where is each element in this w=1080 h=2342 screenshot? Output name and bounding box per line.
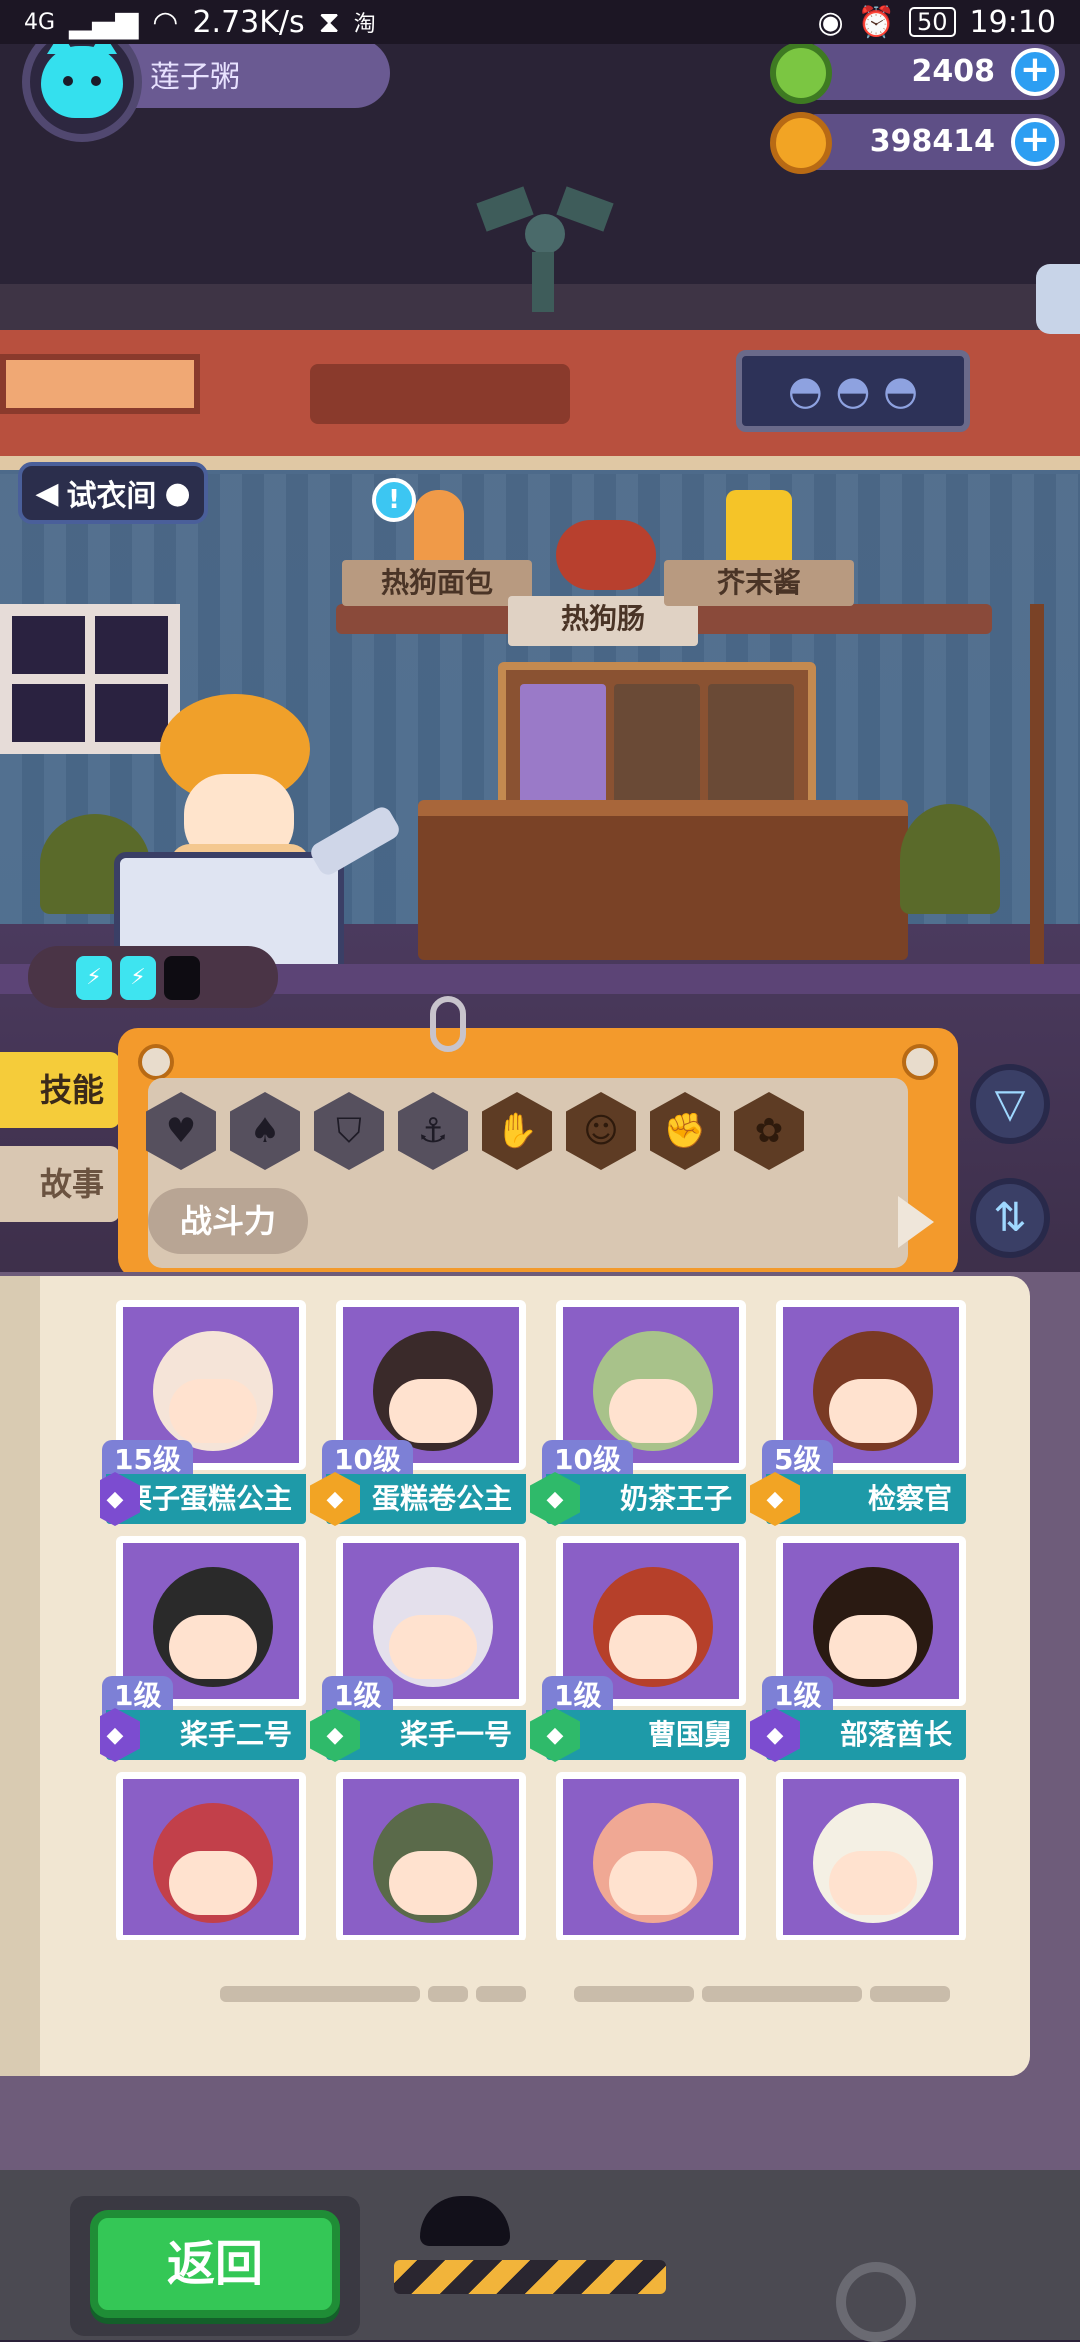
hazard-stripe xyxy=(394,2260,666,2294)
gem-amount: 2408 xyxy=(911,54,996,89)
filter-button[interactable]: ▽ xyxy=(970,1064,1050,1144)
heart-filter-icon[interactable]: ♥ xyxy=(146,1092,216,1170)
swap-icon: ⇅ xyxy=(993,1195,1027,1241)
character-card[interactable]: 1级 曹国舅 ◆ xyxy=(530,1536,748,1766)
hint-text-blurred xyxy=(220,1986,980,2008)
alarm-icon: ⏰ xyxy=(857,4,895,40)
brain-filter-icon[interactable]: ✿ xyxy=(734,1092,804,1170)
panel-screw-left xyxy=(138,1044,174,1080)
shield-filter-icon[interactable]: ⛉ xyxy=(314,1092,384,1170)
tab-skill[interactable]: 技能 xyxy=(0,1052,120,1128)
signal-bars-icon: ▂▄▆ xyxy=(69,4,139,40)
character-card[interactable]: 1级 部落酋长 ◆ xyxy=(750,1536,968,1766)
gear-ring-icon xyxy=(836,2262,916,2342)
character-face xyxy=(609,1851,697,1915)
shelf-sign-bun: 热狗面包 xyxy=(342,560,532,606)
energy-slot-icon: ⚡ xyxy=(76,956,112,1000)
plant-right xyxy=(900,804,1000,914)
sausage-item xyxy=(556,520,656,590)
character-card[interactable]: 10级 奶茶王子 ◆ xyxy=(530,1300,748,1530)
character-face xyxy=(389,1379,477,1443)
dressing-room-label: 试衣间 xyxy=(66,479,157,514)
character-face xyxy=(609,1379,697,1443)
wifi-icon: ◠ xyxy=(152,4,179,40)
character-face xyxy=(829,1851,917,1915)
hand-filter-icon[interactable]: ✋ xyxy=(482,1092,552,1170)
hourglass-icon: ⧗ xyxy=(318,4,340,40)
character-portrait xyxy=(776,1772,966,1940)
energy-slot-empty xyxy=(164,956,200,1000)
dot-icon: ● xyxy=(164,475,191,511)
anchor-filter-icon[interactable]: ⚓ xyxy=(398,1092,468,1170)
bell-filter-icon[interactable]: ♠ xyxy=(230,1092,300,1170)
back-button[interactable]: 返回 xyxy=(90,2210,340,2318)
energy-slots: ⚡ ⚡ xyxy=(28,946,278,1008)
green-gem-coin-icon xyxy=(770,42,832,104)
character-grid: 15级 栗子蛋糕公主 ◆ 10级 蛋糕卷公主 ◆ 10级 奶茶王子 ◆ 5级 检察官 ◆ 1级 桨手二号 ◆… xyxy=(100,1300,980,1940)
add-coin-button[interactable]: + xyxy=(1011,118,1059,166)
character-face xyxy=(169,1379,257,1443)
character-card[interactable]: 1级 桨手一号 ◆ xyxy=(310,1536,528,1766)
network-speed: 2.73K/s xyxy=(192,4,305,40)
ceiling-fan xyxy=(470,174,614,312)
character-portrait xyxy=(556,1772,746,1940)
character-face xyxy=(169,1615,257,1679)
book-spine-shadow xyxy=(0,1276,40,2076)
cat-avatar-icon xyxy=(41,32,123,118)
energy-slot-icon: ⚡ xyxy=(120,956,156,1000)
dressing-room-button[interactable]: ◀ 试衣间 ● xyxy=(18,462,208,524)
smile-filter-icon[interactable]: ☺ xyxy=(566,1092,636,1170)
character-card[interactable] xyxy=(100,1772,308,1940)
panel-clip-icon xyxy=(430,996,466,1052)
panel-screw-right xyxy=(902,1044,938,1080)
battery-indicator: 50 xyxy=(908,7,956,37)
tab-story[interactable]: 故事 xyxy=(0,1146,120,1222)
coin-amount: 398414 xyxy=(869,124,995,159)
scroll-right-arrow-icon[interactable] xyxy=(898,1196,934,1248)
cabinet xyxy=(418,800,908,960)
taobao-icon: 淘 xyxy=(353,12,376,37)
character-face xyxy=(609,1615,697,1679)
shelf-sign-mustard: 芥末酱 xyxy=(664,560,854,606)
character-face xyxy=(829,1379,917,1443)
skill-filter-row: ♥ ♠ ⛉ ⚓ ✋ ☺ ✊ ✿ xyxy=(146,1092,846,1172)
character-face xyxy=(389,1851,477,1915)
character-card[interactable] xyxy=(760,1772,968,1940)
arm-filter-icon[interactable]: ✊ xyxy=(650,1092,720,1170)
status-bar: 4G ▂▄▆ ◠ 2.73K/s ⧗ 淘 ◉ ⏰ 50 19:10 xyxy=(0,0,1080,44)
character-card[interactable]: 1级 桨手二号 ◆ xyxy=(100,1536,308,1766)
character-card[interactable]: 5级 检察官 ◆ xyxy=(750,1300,968,1530)
character-card[interactable]: 10级 蛋糕卷公主 ◆ xyxy=(310,1300,528,1530)
character-face xyxy=(389,1615,477,1679)
clock: 19:10 xyxy=(969,4,1056,40)
character-portrait xyxy=(116,1772,306,1940)
character-card[interactable] xyxy=(540,1772,748,1940)
clip-side-icon[interactable] xyxy=(1036,264,1080,334)
character-card[interactable]: 15级 栗子蛋糕公主 ◆ xyxy=(100,1300,308,1530)
coat-rack xyxy=(1030,604,1044,964)
orange-planet-coin-icon xyxy=(770,112,832,174)
signal-icon: 4G xyxy=(24,9,56,35)
alert-icon[interactable]: ! xyxy=(372,478,416,522)
character-portrait xyxy=(336,1772,526,1940)
add-gem-button[interactable]: + xyxy=(1011,48,1059,96)
sort-order-button[interactable]: ⇅ xyxy=(970,1178,1050,1258)
character-card[interactable] xyxy=(320,1772,528,1940)
funnel-icon: ▽ xyxy=(994,1081,1026,1127)
sort-by-power-button[interactable]: 战斗力 xyxy=(148,1188,308,1254)
player-name: 莲子粥 xyxy=(150,60,240,95)
eye-icon: ◉ xyxy=(817,4,844,40)
character-face xyxy=(829,1615,917,1679)
character-face xyxy=(169,1851,257,1915)
back-triangle-icon: ◀ xyxy=(35,475,59,511)
ghost-monitor: ◓ ◓ ◓ xyxy=(736,350,970,432)
